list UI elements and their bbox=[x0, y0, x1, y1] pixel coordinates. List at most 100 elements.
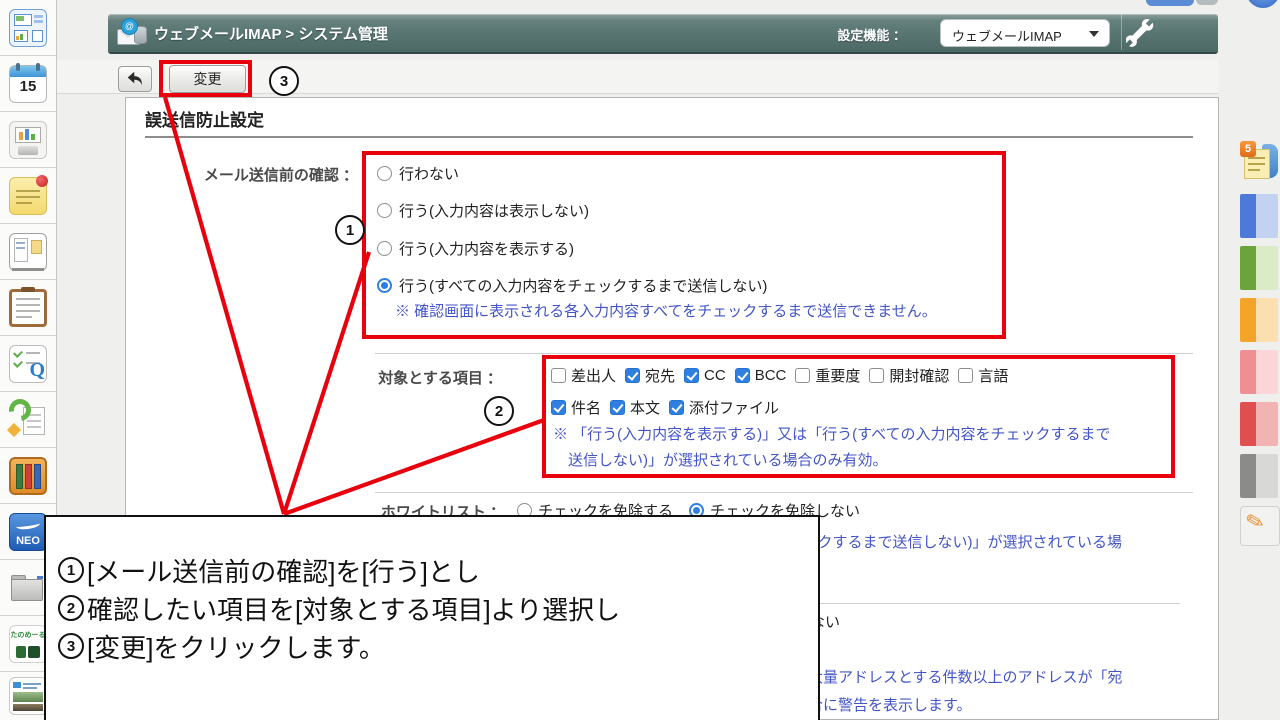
workflow-icon bbox=[9, 401, 47, 439]
label-tab-pink[interactable] bbox=[1240, 350, 1278, 394]
items-note-line2: 送信しない)」が選択されている場合のみ有効。 bbox=[568, 449, 888, 470]
change-button-label: 変更 bbox=[194, 69, 222, 89]
sidebar-item-bookshelf[interactable] bbox=[0, 448, 56, 504]
radio-option-no-display[interactable]: 行う(入力内容は表示しない) bbox=[377, 200, 589, 221]
items-checkbox-row-1: 差出人 宛先 CC BCC 重要度 開封確認 言語 bbox=[551, 365, 1008, 386]
step-badge-3: 3 bbox=[269, 66, 299, 96]
items-checkbox-row-2: 件名 本文 添付ファイル bbox=[551, 397, 779, 418]
step-badge-1: 1 bbox=[335, 215, 365, 245]
radio-icon[interactable] bbox=[377, 203, 392, 218]
checkbox-priority[interactable]: 重要度 bbox=[795, 365, 860, 386]
notification-icon[interactable]: 5 bbox=[1240, 141, 1278, 185]
page-title: 誤送信防止設定 bbox=[145, 106, 264, 131]
radio-option-check-all[interactable]: 行う(すべての入力内容をチェックするまで送信しない) bbox=[377, 275, 767, 296]
checkbox-read-receipt[interactable]: 開封確認 bbox=[869, 365, 949, 386]
partial-note-fragment: 合に警告を表示します。 bbox=[808, 694, 972, 715]
app-header: @ ウェブメールIMAP > システム管理 設定機能 ： ウェブメールIMAP bbox=[108, 14, 1218, 54]
checkbox-label: 宛先 bbox=[645, 365, 675, 386]
sidebar-item-board[interactable] bbox=[0, 224, 56, 280]
tanomeru-label: たのめーる bbox=[10, 630, 46, 640]
radio-label: 行う(すべての入力内容をチェックするまで送信しない) bbox=[399, 275, 767, 296]
notification-count-badge: 5 bbox=[1240, 141, 1256, 157]
checkbox-label: 本文 bbox=[630, 397, 660, 418]
label-tab-blue[interactable] bbox=[1240, 194, 1278, 238]
checkbox-language[interactable]: 言語 bbox=[958, 365, 1008, 386]
checkbox-sender[interactable]: 差出人 bbox=[551, 365, 616, 386]
radio-label: 行わない bbox=[399, 163, 459, 184]
label-tab-orange[interactable] bbox=[1240, 298, 1278, 342]
heading-rule bbox=[145, 136, 1193, 138]
items-row-label: 対象とする項目 ： bbox=[145, 367, 502, 388]
checkbox-icon bbox=[958, 368, 973, 383]
checkbox-label: 言語 bbox=[978, 365, 1008, 386]
instruction-text: 確認したい項目を[対象とする項目]より選択し bbox=[87, 590, 620, 627]
clipped-circle-icon bbox=[1246, 0, 1280, 8]
confirm-row-label: メール送信前の確認 ： bbox=[145, 164, 358, 185]
checkbox-body[interactable]: 本文 bbox=[610, 397, 660, 418]
checklist-search-icon: Q bbox=[9, 345, 47, 383]
clipboard-icon bbox=[9, 289, 47, 327]
radio-label: 行う(入力内容は表示しない) bbox=[399, 200, 589, 221]
radio-icon[interactable] bbox=[377, 241, 392, 256]
label-tab-gray[interactable] bbox=[1240, 454, 1278, 498]
instruction-line: 2 確認したい項目を[対象とする項目]より選択し bbox=[58, 589, 818, 627]
header-divider bbox=[1121, 14, 1122, 50]
radio-label: 行う(入力内容を表示する) bbox=[399, 238, 574, 259]
sidebar-item-calendar[interactable]: 15 bbox=[0, 56, 56, 112]
checkbox-icon bbox=[551, 368, 566, 383]
instruction-note-box: 1 [メール送信前の確認]を[行う]とし 2 確認したい項目を[対象とする項目]… bbox=[44, 515, 820, 720]
sticky-note-icon bbox=[9, 177, 47, 215]
section-divider bbox=[375, 492, 1193, 493]
settings-function-label: 設定機能 ： bbox=[837, 25, 906, 44]
settings-function-select[interactable]: ウェブメールIMAP bbox=[940, 19, 1110, 47]
items-note-line1: ※ 「行う(入力内容を表示する)」又は「行う(すべての入力内容をチェックするまで bbox=[553, 423, 1111, 444]
radio-icon[interactable] bbox=[377, 166, 392, 181]
back-button[interactable] bbox=[118, 66, 152, 92]
edit-pencil-tile[interactable]: ✎ bbox=[1240, 506, 1280, 546]
checkbox-label: 添付ファイル bbox=[689, 397, 779, 418]
label-tab-green[interactable] bbox=[1240, 246, 1278, 290]
calendar-icon: 15 bbox=[9, 65, 47, 103]
checkbox-attachment[interactable]: 添付ファイル bbox=[669, 397, 779, 418]
sidebar-item-search-list[interactable]: Q bbox=[0, 336, 56, 392]
clipped-toolbar-blob bbox=[1146, 0, 1194, 6]
banner-photo-icon bbox=[9, 677, 47, 715]
instruction-line: 1 [メール送信前の確認]を[行う]とし bbox=[58, 551, 818, 589]
checkbox-icon bbox=[684, 368, 699, 383]
sidebar-item-memo[interactable] bbox=[0, 168, 56, 224]
change-button[interactable]: 変更 bbox=[169, 65, 246, 93]
checkbox-icon bbox=[735, 368, 750, 383]
checkbox-icon bbox=[669, 400, 684, 415]
step-number: 1 bbox=[58, 557, 84, 583]
sidebar-item-workflow[interactable] bbox=[0, 392, 56, 448]
sidebar-item-presentation[interactable] bbox=[0, 112, 56, 168]
folder-icon bbox=[9, 569, 47, 607]
checkbox-icon bbox=[869, 368, 884, 383]
webmail-app-icon: @ bbox=[117, 18, 149, 46]
portal-icon bbox=[9, 9, 47, 47]
radio-icon[interactable] bbox=[377, 278, 392, 293]
checkbox-label: 開封確認 bbox=[889, 365, 949, 386]
checkbox-subject[interactable]: 件名 bbox=[551, 397, 601, 418]
neo-label: NEO bbox=[10, 535, 46, 547]
section-divider bbox=[375, 353, 1193, 354]
step-badge-2: 2 bbox=[484, 396, 514, 426]
checkbox-to[interactable]: 宛先 bbox=[625, 365, 675, 386]
calendar-day-label: 15 bbox=[10, 78, 46, 95]
radio-option-none[interactable]: 行わない bbox=[377, 163, 459, 184]
sidebar-item-clipboard[interactable] bbox=[0, 280, 56, 336]
label-tab-red[interactable] bbox=[1240, 402, 1278, 446]
confirm-note: ※ 確認画面に表示される各入力内容すべてをチェックするまで送信できません。 bbox=[395, 300, 937, 321]
settings-function-value: ウェブメールIMAP bbox=[952, 26, 1062, 45]
checkbox-bcc[interactable]: BCC bbox=[735, 367, 787, 384]
radio-option-display[interactable]: 行う(入力内容を表示する) bbox=[377, 238, 574, 259]
wrench-icon bbox=[1126, 19, 1156, 47]
checkbox-icon bbox=[551, 400, 566, 415]
sidebar-item-portal[interactable] bbox=[0, 0, 56, 56]
instruction-text: [変更]をクリックします。 bbox=[87, 628, 385, 665]
breadcrumb-title: ウェブメールIMAP > システム管理 bbox=[154, 23, 388, 44]
presentation-icon bbox=[9, 121, 47, 159]
settings-wrench-button[interactable] bbox=[1126, 19, 1156, 47]
pencil-icon: ✎ bbox=[1243, 507, 1268, 537]
checkbox-cc[interactable]: CC bbox=[684, 367, 726, 384]
